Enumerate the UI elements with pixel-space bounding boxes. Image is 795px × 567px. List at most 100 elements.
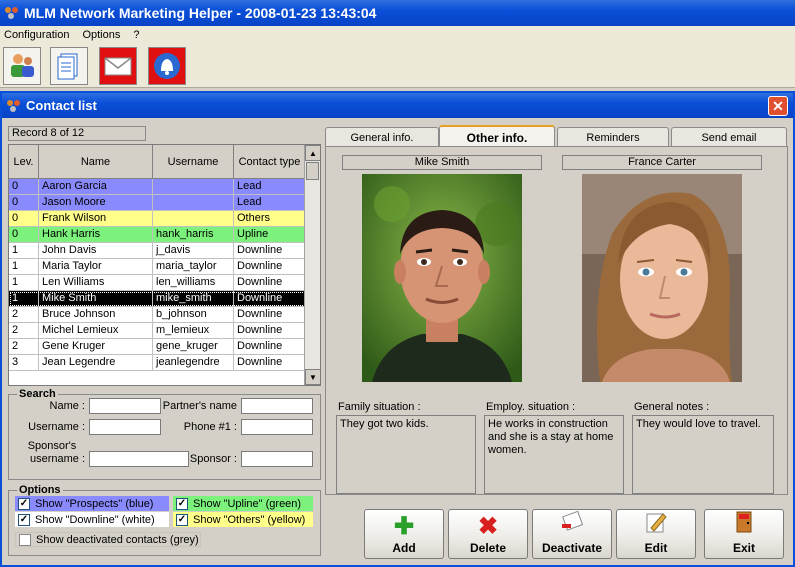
contact-type-cell: Downline [234,355,306,370]
level-cell: 3 [9,355,39,370]
scroll-down-icon[interactable]: ▼ [305,369,320,385]
table-row[interactable]: 0 Hank Harris hank_harris Upline [9,227,320,243]
butterfly-logo-icon [4,5,20,21]
column-header-contact-type[interactable]: Contact type [234,145,306,178]
exit-label: Exit [732,541,755,555]
delete-button[interactable]: ✖ Delete [448,509,528,559]
general-notes-text[interactable]: They would love to travel. [632,415,774,494]
show-upline-checkbox[interactable]: ✓ Show "Upline" (green) [173,496,313,511]
menu-configuration[interactable]: Configuration [4,29,69,41]
menu-options[interactable]: Options [82,29,120,41]
show-downline-label: Show "Downline" (white) [35,513,155,526]
close-icon[interactable]: ✕ [768,96,788,116]
menu-help[interactable]: ? [133,29,139,41]
partners-name-input[interactable] [241,398,313,414]
username-input[interactable] [89,419,161,435]
level-cell: 1 [9,259,39,274]
name-cell: Mike Smith [39,291,153,306]
username-cell: b_johnson [153,307,234,322]
table-row[interactable]: 3 Jean Legendre jeanlegendre Downline [9,355,320,371]
phone-label: Phone #1 : [183,421,237,433]
partners-name-label: Partner's name [162,400,237,412]
phone-input[interactable] [241,419,313,435]
contact-grid: Lev. Name Username Contact type 0 Aaron G… [8,144,321,386]
show-deactivated-checkbox[interactable]: Show deactivated contacts (grey) [15,532,201,547]
search-title: Search [17,388,58,400]
add-button[interactable]: ✚ Add [364,509,444,559]
contact-list-window: Contact list ✕ Record 8 of 12 Lev. Name … [0,91,795,567]
menu-bar: Configuration Options ? [0,26,795,44]
edit-button[interactable]: Edit [616,509,696,559]
toolbar [0,44,795,88]
show-downline-checkbox[interactable]: ✓ Show "Downline" (white) [15,512,169,527]
column-header-name[interactable]: Name [39,145,153,178]
tab-general-info[interactable]: General info. [325,127,439,147]
tab-reminders[interactable]: Reminders [557,127,669,147]
alarm-bell-icon [152,51,182,81]
username-cell: mike_smith [153,291,234,306]
checkmark-icon: ✓ [18,497,30,510]
email-button[interactable] [99,47,137,85]
table-row[interactable]: 0 Frank Wilson Others [9,211,320,227]
name-cell: Gene Kruger [39,339,153,354]
sponsors-username-input[interactable] [89,451,189,467]
sponsors-username-label-line1: Sponsor's [27,440,77,452]
table-row[interactable]: 1 John Davis j_davis Downline [9,243,320,259]
detail-tabs: General info. Other info. Reminders Send… [325,125,788,148]
username-cell: hank_harris [153,227,234,242]
other-info-panel: Mike Smith France Carter Family situatio… [325,146,788,495]
level-cell: 0 [9,211,39,226]
username-cell [153,179,234,194]
sponsor-input[interactable] [241,451,313,467]
grid-scrollbar[interactable]: ▲ ▼ [304,145,320,385]
table-row[interactable]: 0 Jason Moore Lead [9,195,320,211]
username-cell: j_davis [153,243,234,258]
deactivate-label: Deactivate [541,541,603,555]
employ-situation-text[interactable]: He works in construction and she is a st… [484,415,624,494]
contact-type-cell: Downline [234,323,306,338]
contacts-button[interactable] [3,47,41,85]
exit-door-icon [731,510,757,540]
contact-type-cell: Downline [234,275,306,290]
name-cell: Jean Legendre [39,355,153,370]
sponsors-username-label-line2: username : [29,453,85,465]
show-prospects-checkbox[interactable]: ✓ Show "Prospects" (blue) [15,496,169,511]
grid-rows: 0 Aaron Garcia Lead 0 Jason Moore Lead 0 Frank … [9,179,320,371]
person2-photo [582,174,742,382]
table-row[interactable]: 1 Maria Taylor maria_taylor Downline [9,259,320,275]
app-title: MLM Network Marketing Helper - 2008-01-2… [24,5,377,21]
scroll-thumb[interactable] [306,162,319,180]
tab-send-email[interactable]: Send email [671,127,787,147]
deactivate-button[interactable]: Deactivate [532,509,612,559]
username-cell [153,195,234,210]
table-row[interactable]: 1 Mike Smith mike_smith Downline [9,291,320,307]
show-others-checkbox[interactable]: ✓ Show "Others" (yellow) [173,512,313,527]
level-cell: 0 [9,195,39,210]
username-cell: len_williams [153,275,234,290]
family-situation-text[interactable]: They got two kids. [336,415,476,494]
table-row[interactable]: 0 Aaron Garcia Lead [9,179,320,195]
options-group: Options ✓ Show "Prospects" (blue) ✓ Show… [8,484,321,556]
document-button[interactable] [50,47,88,85]
employ-situation-label: Employ. situation : [486,401,576,413]
contact-type-cell: Downline [234,339,306,354]
contacts-icon [7,51,37,81]
show-upline-label: Show "Upline" (green) [193,497,302,510]
alarm-button[interactable] [148,47,186,85]
table-row[interactable]: 1 Len Williams len_williams Downline [9,275,320,291]
contact-type-cell: Downline [234,291,306,306]
level-cell: 2 [9,339,39,354]
username-label: Username : [28,421,85,433]
column-header-username[interactable]: Username [153,145,234,178]
name-cell: Bruce Johnson [39,307,153,322]
column-header-level[interactable]: Lev. [9,145,39,178]
name-input[interactable] [89,398,161,414]
table-row[interactable]: 2 Bruce Johnson b_johnson Downline [9,307,320,323]
family-situation-label: Family situation : [338,401,421,413]
tab-other-info[interactable]: Other info. [439,125,555,148]
exit-button[interactable]: Exit [704,509,784,559]
scroll-up-icon[interactable]: ▲ [305,145,320,161]
table-row[interactable]: 2 Michel Lemieux m_lemieux Downline [9,323,320,339]
table-row[interactable]: 2 Gene Kruger gene_kruger Downline [9,339,320,355]
show-others-label: Show "Others" (yellow) [193,513,306,526]
